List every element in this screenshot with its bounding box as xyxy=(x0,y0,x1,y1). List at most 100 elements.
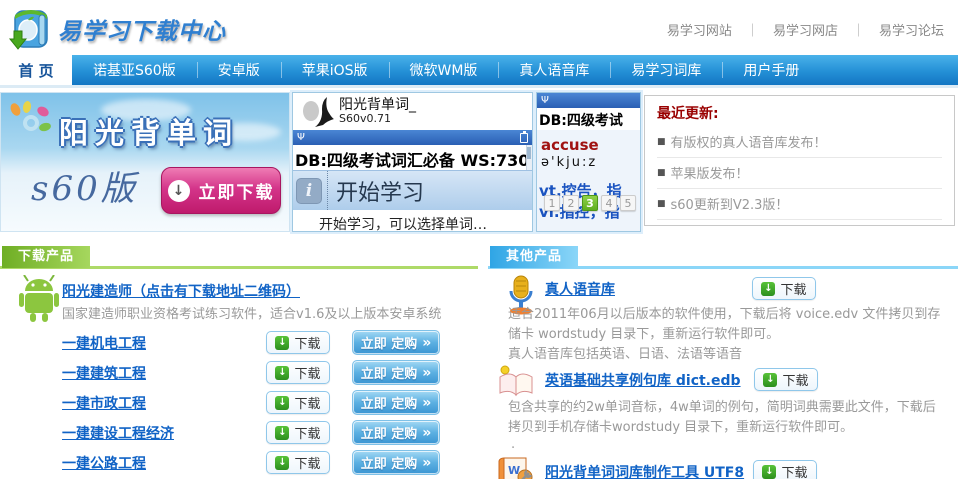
order-button[interactable]: 立即 定购 » xyxy=(352,420,440,445)
download-icon: ↓ xyxy=(761,282,775,296)
status-bar: Ψ xyxy=(293,130,532,145)
order-button[interactable]: 立即 定购 » xyxy=(352,330,440,355)
order-label: 立即 定购 xyxy=(361,393,418,412)
database-line: DB:四级考试 xyxy=(537,108,640,130)
nav-item-android[interactable]: 安卓版 xyxy=(197,55,281,85)
banner-download-label: 立即下载 xyxy=(199,178,275,203)
nav-item-manual[interactable]: 用户手册 xyxy=(722,55,820,85)
word-phonetic: ə'kju:z xyxy=(537,154,640,170)
carousel-pagination: 1 2 3 4 5 xyxy=(544,195,636,211)
chevron-right-icon: » xyxy=(422,395,431,411)
download-arrow-icon: ↓ xyxy=(168,180,190,202)
update-text: s60更新到V2.3版！ xyxy=(671,194,789,213)
open-book-icon xyxy=(496,365,536,397)
banner-download-button[interactable]: ↓ 立即下载 xyxy=(161,167,281,214)
update-item[interactable]: ■ 有版权的真人语音库发布！ xyxy=(657,127,942,158)
update-item[interactable]: ■ 苹果版发布！ xyxy=(657,158,942,189)
menu-item-label: 开始学习 xyxy=(336,175,424,207)
nav-item-voice[interactable]: 真人语音库 xyxy=(498,55,610,85)
flower-logo-icon xyxy=(7,101,53,143)
download-label: 下载 xyxy=(781,462,807,479)
download-button[interactable]: ↓ 下载 xyxy=(752,277,816,300)
section-tab: 其他产品 xyxy=(490,246,578,268)
link-separator: ｜ xyxy=(746,20,759,39)
battery-icon xyxy=(520,133,528,143)
top-link-website[interactable]: 易学习网站 xyxy=(667,20,732,39)
update-text: 安卓版最新使用手册发布！ xyxy=(671,225,827,226)
section-tab: 下载产品 xyxy=(2,246,90,268)
order-label: 立即 定购 xyxy=(361,423,418,442)
book-tool-icon: W xyxy=(496,457,534,479)
product-link[interactable]: 一建市政工程 xyxy=(62,393,146,413)
main-nav: 首 页 诺基亚S60版 安卓版 苹果iOS版 微软WM版 真人语音库 易学习词库… xyxy=(0,55,958,88)
download-icon: ↓ xyxy=(275,366,289,380)
update-item[interactable]: ■ 安卓版最新使用手册发布！ xyxy=(657,220,942,226)
page-dot-4[interactable]: 4 xyxy=(601,195,617,211)
downloads-section: 下载产品 阳光建造师（点击有下载地址二维码） 国家建造师职业资格考试练习软件，适… xyxy=(0,243,478,479)
download-button[interactable]: ↓ 下载 xyxy=(266,331,330,354)
android-icon xyxy=(18,275,60,323)
updates-title: 最近更新: xyxy=(657,103,942,127)
download-button[interactable]: ↓ 下载 xyxy=(266,391,330,414)
download-button[interactable]: ↓ 下载 xyxy=(754,368,818,391)
download-button[interactable]: ↓ 下载 xyxy=(753,460,817,479)
bullet-icon: ■ xyxy=(657,137,666,147)
app-title: 阳光背单词_ xyxy=(339,97,416,113)
chevron-right-icon: » xyxy=(422,455,431,471)
word-entry: accuse xyxy=(537,130,640,154)
download-button[interactable]: ↓ 下载 xyxy=(266,451,330,474)
other-product-link[interactable]: 真人语音库 xyxy=(545,279,615,299)
menu-selected-row: i 开始学习 xyxy=(293,170,532,210)
download-label: 下载 xyxy=(294,453,320,472)
product-link[interactable]: 一建公路工程 xyxy=(62,453,146,473)
antenna-icon: Ψ xyxy=(541,95,549,106)
other-product-link[interactable]: 英语基础共享例句库 dict.edb xyxy=(545,370,741,390)
page-dot-3-active[interactable]: 3 xyxy=(582,195,598,211)
nav-item-dict[interactable]: 易学习词库 xyxy=(610,55,722,85)
download-label: 下载 xyxy=(294,393,320,412)
order-button[interactable]: 立即 定购 » xyxy=(352,450,440,475)
product-link[interactable]: 一建机电工程 xyxy=(62,333,146,353)
promo-title: 阳光背单词 xyxy=(59,110,239,152)
download-icon: ↓ xyxy=(762,465,776,479)
order-button[interactable]: 立即 定购 » xyxy=(352,360,440,385)
other-product-desc: 适合2011年06月以后版本的软件使用，下载后将 voice.edv 文件拷贝到… xyxy=(508,303,940,322)
nav-item-wm[interactable]: 微软WM版 xyxy=(389,55,499,85)
phone-screenshot-2: Ψ DB:四级考试 accuse ə'kju:z vt.控告，指 vi.指控，指 xyxy=(536,92,641,232)
download-icon: ↓ xyxy=(275,396,289,410)
page-dot-5[interactable]: 5 xyxy=(620,195,636,211)
product-link[interactable]: 一建建设工程经济 xyxy=(62,423,174,443)
logo-text: 易学习下载中心 xyxy=(58,12,226,46)
nav-item-s60[interactable]: 诺基亚S60版 xyxy=(72,55,197,85)
others-section: 其他产品 真人语音库 ↓ 下载 适合2011年06月以后版本的软件使用，下载后将… xyxy=(478,243,958,479)
chevron-right-icon: » xyxy=(422,425,431,441)
top-link-forum[interactable]: 易学习论坛 xyxy=(879,20,944,39)
other-product-link[interactable]: 阳光背单词词库制作工具 UTF8 xyxy=(545,462,744,479)
product-link[interactable]: 一建建筑工程 xyxy=(62,363,146,383)
nav-item-ios[interactable]: 苹果iOS版 xyxy=(281,55,389,85)
bullet-icon: ■ xyxy=(657,168,666,178)
schoolbag-logo-icon xyxy=(6,5,52,52)
promo-banner[interactable]: 阳光背单词 s60版 ↓ 立即下载 xyxy=(0,92,290,232)
update-item[interactable]: ■ s60更新到V2.3版！ xyxy=(657,189,942,220)
chevron-right-icon: » xyxy=(422,365,431,381)
featured-product-link[interactable]: 阳光建造师（点击有下载地址二维码） xyxy=(62,281,300,301)
top-link-shop[interactable]: 易学习网店 xyxy=(773,20,838,39)
app-logo-icon xyxy=(293,95,339,129)
download-icon: ↓ xyxy=(275,456,289,470)
order-label: 立即 定购 xyxy=(361,333,418,352)
download-label: 下载 xyxy=(294,423,320,442)
download-label: 下载 xyxy=(294,363,320,382)
page-dot-2[interactable]: 2 xyxy=(563,195,579,211)
order-button[interactable]: 立即 定购 » xyxy=(352,390,440,415)
site-logo[interactable]: 易学习下载中心 xyxy=(6,5,226,52)
chevron-right-icon: » xyxy=(422,335,431,351)
nav-item-home[interactable]: 首 页 xyxy=(0,55,72,85)
download-button[interactable]: ↓ 下载 xyxy=(266,361,330,384)
download-button[interactable]: ↓ 下载 xyxy=(266,421,330,444)
app-version: S60v0.71 xyxy=(339,113,416,126)
page-dot-1[interactable]: 1 xyxy=(544,195,560,211)
status-bar: Ψ xyxy=(537,93,640,108)
order-label: 立即 定购 xyxy=(361,363,418,382)
download-icon: ↓ xyxy=(275,426,289,440)
